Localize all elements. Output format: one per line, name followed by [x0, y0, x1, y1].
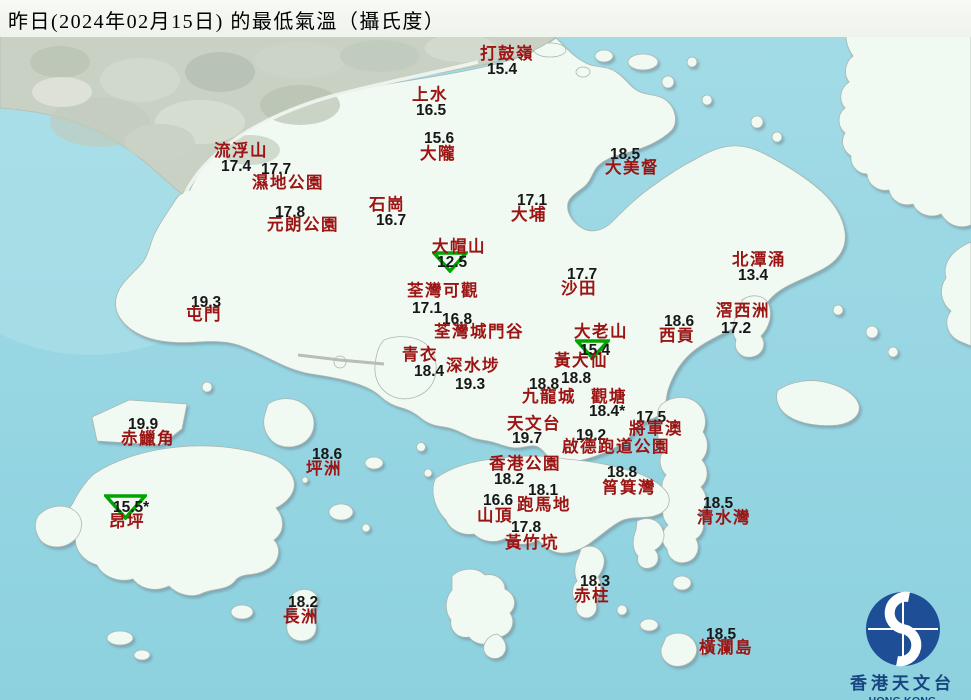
station-value: 18.4 [414, 363, 445, 380]
station-name: 跑馬地 [517, 495, 571, 514]
station-value: 17.4 [221, 158, 252, 175]
station-name: 大帽山 [432, 237, 486, 256]
station-name: 坪洲 [306, 459, 342, 478]
station-name: 黃竹坑 [505, 533, 559, 552]
station-value: 18.2 [494, 471, 525, 488]
station-name: 大美督 [605, 158, 659, 177]
station-name: 石崗 [369, 195, 405, 214]
station-name: 大埔 [511, 205, 547, 224]
station-name: 黃大仙 [554, 351, 608, 370]
station-name: 西貢 [659, 326, 695, 345]
station-name: 筲箕灣 [602, 478, 656, 497]
station-value: 16.7 [376, 212, 407, 229]
station-name: 荃灣城門谷 [434, 322, 524, 341]
station-name: 香港公園 [489, 454, 561, 473]
station-value: 16.5 [416, 102, 447, 119]
stations-layer: 15.4 打鼓嶺 16.5 上水 15.6 大隴 18.5 大美督 17.4 流浮山 17.7 濕地公… [0, 0, 971, 700]
station-name: 打鼓嶺 [480, 44, 534, 63]
station-name: 觀塘 [591, 387, 627, 406]
station-name: 濕地公園 [252, 173, 324, 192]
station-value: 18.4* [589, 403, 626, 420]
station-value: 13.4 [738, 267, 769, 284]
hko-logo-name-zh: 香港天文台 [850, 674, 955, 693]
station-value: 19.7 [512, 430, 543, 447]
hk-min-temp-map: 昨日(2024年02月15日) 的最低氣溫（攝氏度） 15.4 打鼓嶺 16.5 上水… [0, 0, 971, 700]
station-name: 北潭涌 [732, 250, 786, 269]
station-name: 赤柱 [574, 586, 610, 605]
station-name: 上水 [412, 85, 448, 104]
station-value: 12.5 [437, 254, 468, 271]
station-name: 元朗公園 [267, 215, 339, 234]
station-name: 橫瀾島 [699, 638, 753, 657]
station-value: 17.2 [721, 320, 752, 337]
station-name: 啟德跑道公園 [562, 437, 670, 456]
station-value: 18.8 [561, 370, 592, 387]
station-name: 流浮山 [214, 141, 268, 160]
hko-logo-icon [865, 591, 940, 667]
station-name: 沙田 [561, 279, 597, 298]
station-name: 大老山 [574, 322, 628, 341]
hko-logo: 香港天文台 HONG KONG OBSERVATORY [834, 590, 971, 700]
station-name: 屯門 [186, 305, 222, 324]
station-name: 長洲 [283, 607, 319, 626]
station-value: 19.3 [455, 376, 486, 393]
station-name: 將軍澳 [629, 419, 683, 438]
station-name: 天文台 [507, 414, 561, 433]
station-name: 清水灣 [697, 508, 751, 527]
station-value: 15.4 [487, 61, 518, 78]
station-name: 滘西洲 [716, 301, 770, 320]
station-name: 大隴 [420, 144, 456, 163]
hko-logo-name-en: HONG KONG OBSERVATORY [834, 695, 971, 700]
station-name: 昂坪 [109, 512, 145, 531]
station-value: 17.1 [412, 300, 443, 317]
station-name: 深水埗 [446, 356, 500, 375]
station-name: 九龍城 [522, 387, 576, 406]
station-name: 山頂 [477, 506, 513, 525]
station-name: 荃灣可觀 [407, 281, 479, 300]
station-name: 青衣 [402, 345, 438, 364]
station-name: 赤鱲角 [121, 429, 175, 448]
